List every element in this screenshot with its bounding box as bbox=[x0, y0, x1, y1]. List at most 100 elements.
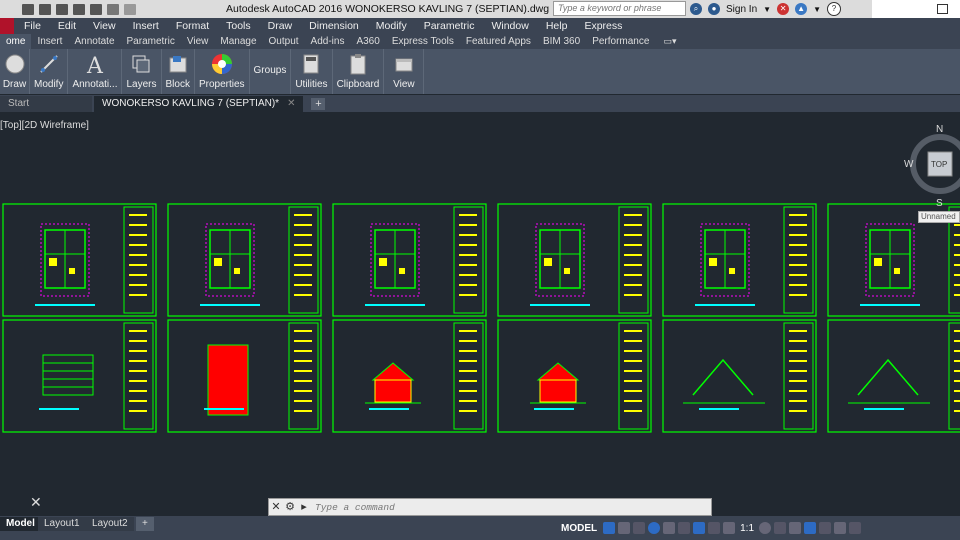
modify-button[interactable]: Modify bbox=[30, 49, 69, 94]
print-icon[interactable] bbox=[90, 3, 102, 15]
command-prompt-icon[interactable]: ▸ bbox=[297, 500, 311, 514]
viewcube-south[interactable]: S bbox=[936, 198, 943, 209]
tab-manage[interactable]: Manage bbox=[214, 34, 262, 49]
menu-format[interactable]: Format bbox=[176, 20, 209, 32]
help-icon[interactable]: ? bbox=[826, 2, 841, 16]
floor-plan-fixture bbox=[379, 258, 387, 266]
grid-icon[interactable] bbox=[603, 522, 616, 534]
clean-screen-icon[interactable] bbox=[834, 522, 847, 534]
a360-icon[interactable]: ▲ bbox=[795, 3, 808, 15]
title-block-line bbox=[129, 274, 147, 276]
application-menu-icon[interactable] bbox=[0, 18, 14, 34]
search-input[interactable]: Type a keyword or phrase bbox=[553, 1, 686, 16]
tab-express-tools[interactable]: Express Tools bbox=[386, 34, 460, 49]
block-button[interactable]: Block bbox=[162, 49, 195, 94]
snap-icon[interactable] bbox=[618, 522, 631, 534]
drawing-viewport[interactable]: [Top][2D Wireframe] N S W TOP Unnamed bbox=[0, 112, 960, 497]
save-as-icon[interactable] bbox=[73, 3, 85, 15]
close-tab-icon[interactable]: ✕ bbox=[287, 98, 295, 109]
isolate-objects-icon[interactable] bbox=[804, 522, 817, 534]
title-block-line bbox=[294, 360, 312, 362]
menu-modify[interactable]: Modify bbox=[376, 20, 407, 32]
viewcube-top-face[interactable]: TOP bbox=[931, 160, 947, 169]
drawing-caption bbox=[39, 408, 79, 410]
menu-help[interactable]: Help bbox=[546, 20, 568, 32]
ortho-icon[interactable] bbox=[633, 522, 646, 534]
tab-insert[interactable]: Insert bbox=[31, 34, 68, 49]
workspace-gear-icon[interactable] bbox=[759, 522, 772, 534]
annomonitor-icon[interactable] bbox=[774, 522, 787, 534]
menu-view[interactable]: View bbox=[93, 20, 116, 32]
exchange-icon[interactable]: ✕ bbox=[777, 3, 790, 15]
autoscale-icon[interactable] bbox=[708, 522, 721, 534]
utilities-button[interactable]: Utilities bbox=[291, 49, 333, 94]
viewcube-west[interactable]: W bbox=[904, 159, 913, 170]
close-command-icon[interactable]: ✕ bbox=[30, 494, 42, 511]
tab-drawing[interactable]: WONOKERSO KAVLING 7 (SEPTIAN)* ✕ bbox=[94, 96, 304, 112]
tab-start[interactable]: Start bbox=[0, 96, 92, 112]
redo-icon[interactable] bbox=[124, 3, 136, 15]
annotation-button[interactable]: A Annotati... bbox=[68, 49, 123, 94]
tab-view[interactable]: View bbox=[181, 34, 215, 49]
sign-in-dropdown-icon[interactable]: ▼ bbox=[763, 5, 771, 14]
ribbon-options-icon[interactable]: ▭▾ bbox=[663, 36, 676, 47]
new-file-icon[interactable] bbox=[22, 3, 34, 15]
tab-add-ins[interactable]: Add-ins bbox=[305, 34, 351, 49]
user-icon[interactable]: ● bbox=[708, 3, 720, 15]
customize-status-icon[interactable] bbox=[849, 522, 862, 534]
menu-dropdown-icon[interactable]: ▼ bbox=[813, 5, 821, 14]
tab-performance[interactable]: Performance bbox=[586, 34, 655, 49]
restore-window-icon[interactable] bbox=[937, 4, 948, 14]
viewcube[interactable]: N S W TOP bbox=[904, 124, 960, 217]
hardware-acceleration-icon[interactable] bbox=[819, 522, 832, 534]
annotation-visibility-icon[interactable] bbox=[693, 522, 706, 534]
command-input[interactable]: Type a command bbox=[315, 502, 395, 513]
tab-layout1[interactable]: Layout1 bbox=[38, 517, 86, 531]
tab-annotate[interactable]: Annotate bbox=[68, 34, 120, 49]
tab-output[interactable]: Output bbox=[263, 34, 305, 49]
menu-draw[interactable]: Draw bbox=[268, 20, 293, 32]
menu-file[interactable]: File bbox=[24, 20, 41, 32]
menu-edit[interactable]: Edit bbox=[58, 20, 76, 32]
menu-tools[interactable]: Tools bbox=[226, 20, 251, 32]
customize-icon[interactable]: ⚙ bbox=[283, 500, 297, 514]
title-block bbox=[123, 206, 154, 314]
menu-insert[interactable]: Insert bbox=[133, 20, 159, 32]
units-icon[interactable] bbox=[789, 522, 802, 534]
clipboard-button[interactable]: Clipboard bbox=[333, 49, 385, 94]
menu-dimension[interactable]: Dimension bbox=[309, 20, 359, 32]
sheet-frame bbox=[662, 203, 817, 317]
drawing-caption bbox=[200, 304, 260, 306]
viewcube-north[interactable]: N bbox=[936, 124, 943, 135]
tab-parametric[interactable]: Parametric bbox=[121, 34, 181, 49]
view-button[interactable]: View bbox=[384, 49, 425, 94]
layers-button[interactable]: Layers bbox=[122, 49, 162, 94]
tab-bim-360[interactable]: BIM 360 bbox=[537, 34, 586, 49]
tab-a360[interactable]: A360 bbox=[350, 34, 385, 49]
draw-button[interactable]: Draw bbox=[0, 49, 30, 94]
model-space-button[interactable]: MODEL bbox=[558, 523, 600, 534]
open-file-icon[interactable] bbox=[39, 3, 51, 15]
polar-icon[interactable] bbox=[648, 522, 661, 534]
menu-express[interactable]: Express bbox=[584, 20, 622, 32]
osnap-icon[interactable] bbox=[678, 522, 691, 534]
menu-parametric[interactable]: Parametric bbox=[424, 20, 475, 32]
undo-icon[interactable] bbox=[107, 3, 119, 15]
tab-home[interactable]: ome bbox=[0, 34, 32, 49]
annotation-scale-icon[interactable] bbox=[723, 522, 736, 534]
menu-window[interactable]: Window bbox=[491, 20, 528, 32]
search-icon[interactable]: ⌕ bbox=[690, 3, 702, 15]
command-close-icon[interactable]: ✕ bbox=[269, 500, 283, 514]
properties-button[interactable]: Properties bbox=[195, 49, 250, 94]
tab-layout2[interactable]: Layout2 bbox=[86, 517, 134, 531]
tab-featured-apps[interactable]: Featured Apps bbox=[460, 34, 537, 49]
save-icon[interactable] bbox=[56, 3, 68, 15]
sign-in-link[interactable]: Sign In bbox=[726, 4, 757, 15]
groups-button[interactable]: Groups bbox=[250, 49, 292, 94]
new-tab-icon[interactable]: + bbox=[311, 98, 326, 110]
isodraft-icon[interactable] bbox=[663, 522, 676, 534]
annotation-scale-value[interactable]: 1:1 bbox=[740, 523, 754, 534]
tab-model[interactable]: Model bbox=[0, 517, 41, 531]
add-layout-icon[interactable]: + bbox=[136, 517, 154, 531]
drawing-canvas[interactable] bbox=[0, 112, 960, 497]
